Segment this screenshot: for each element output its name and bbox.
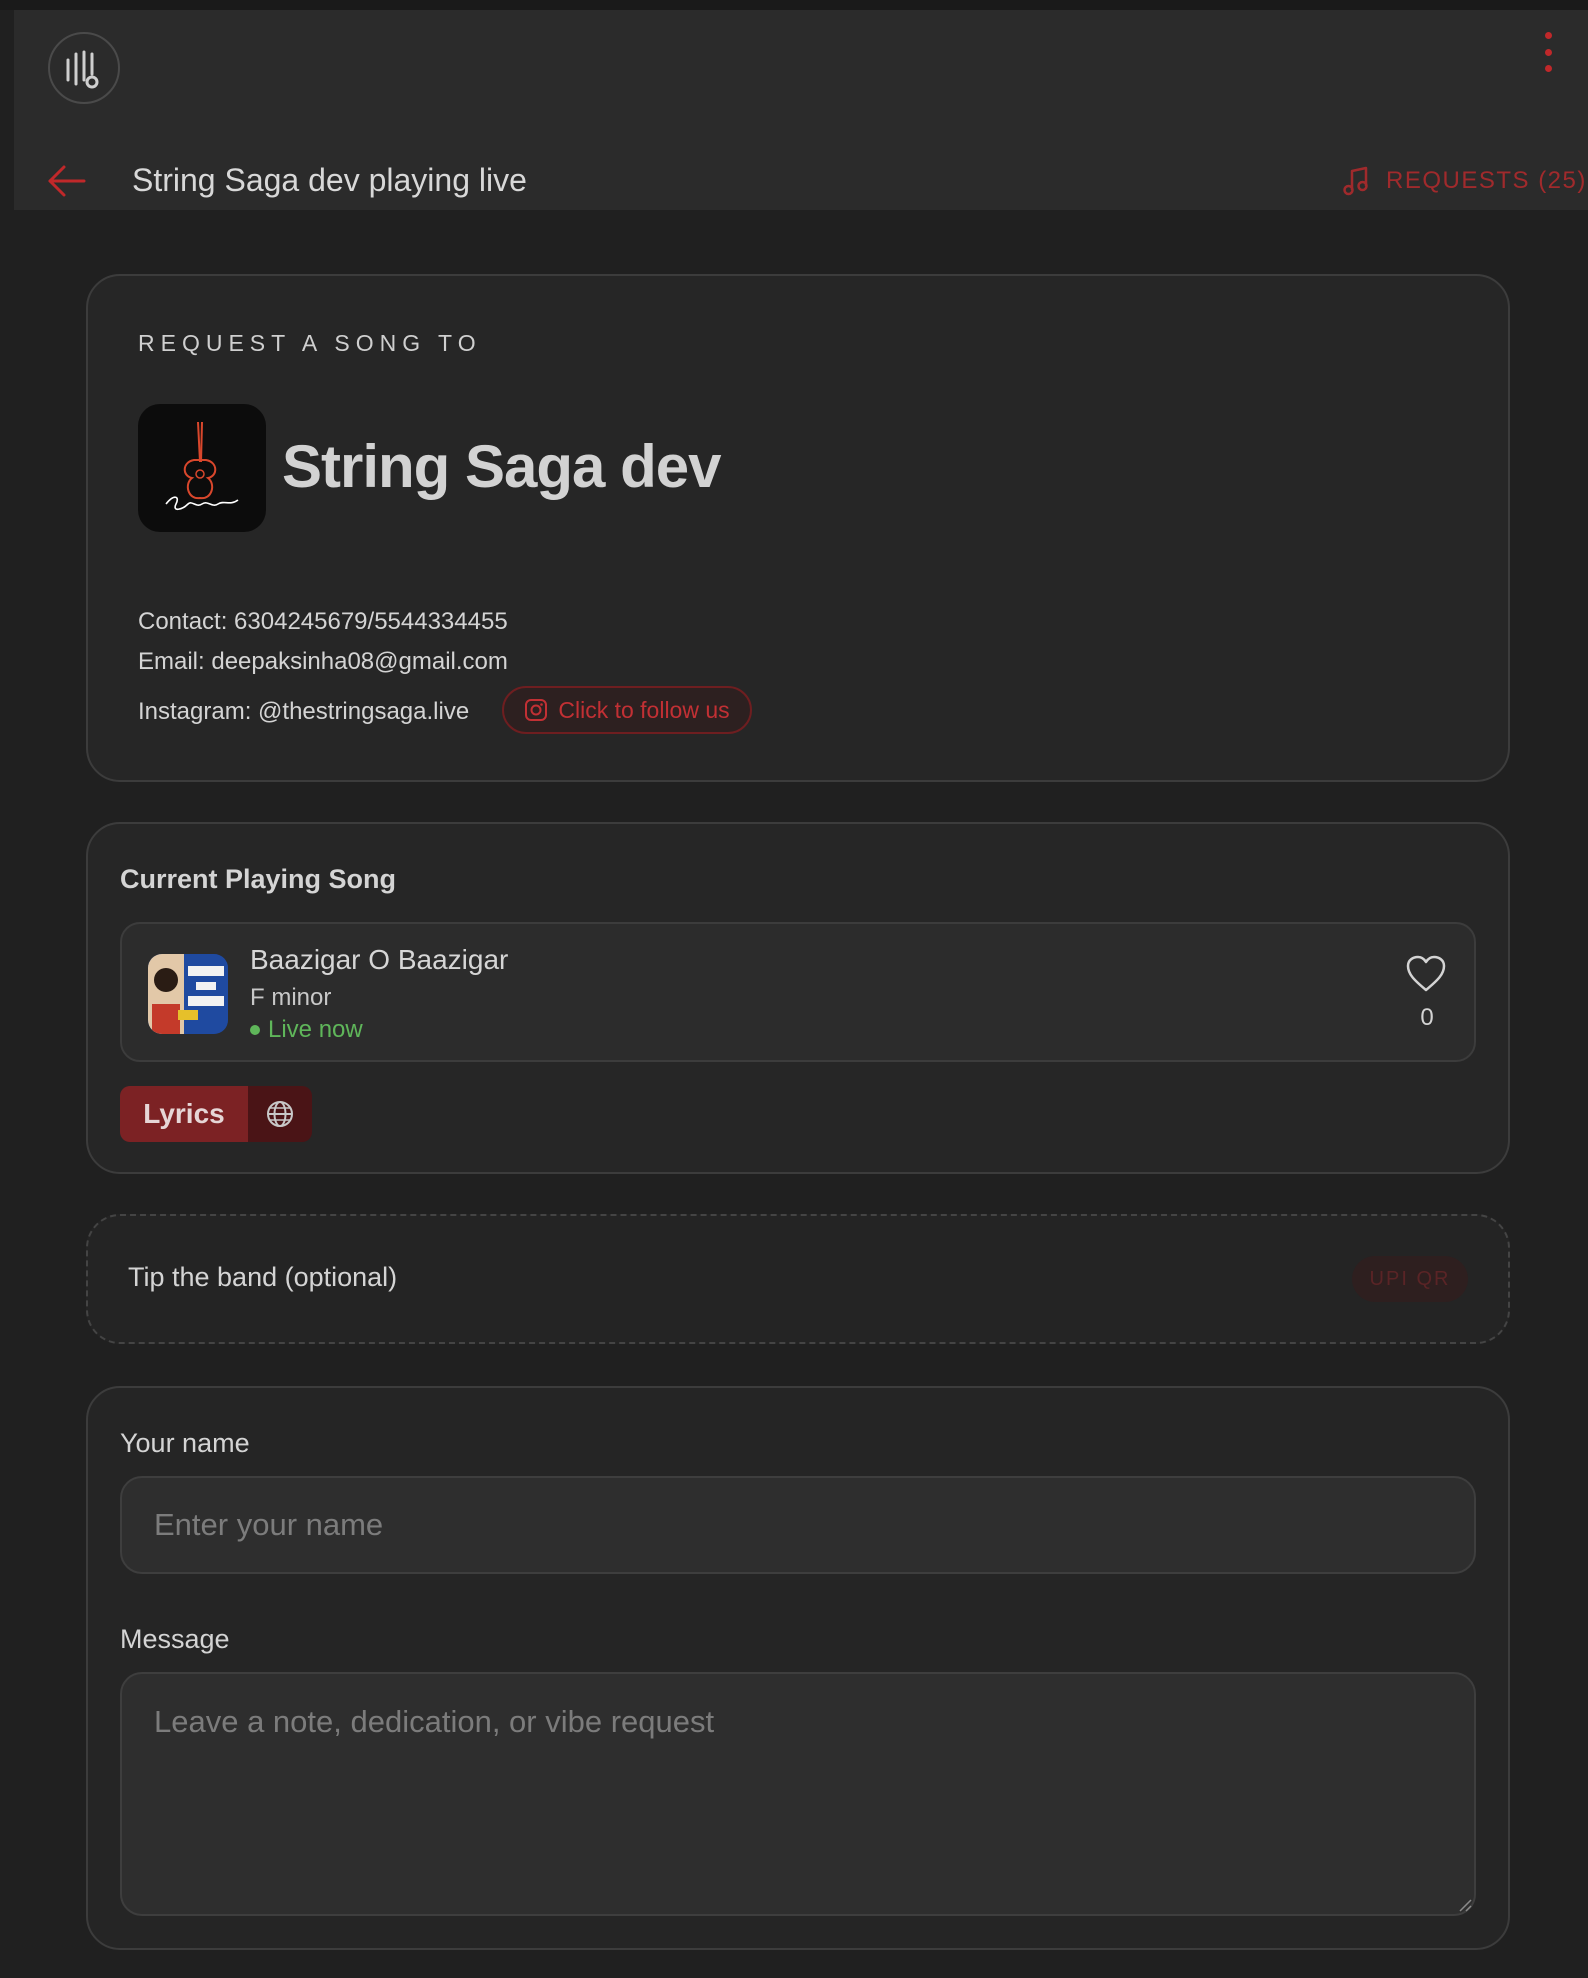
name-input[interactable]: [120, 1476, 1476, 1574]
request-form: Your name Message: [86, 1386, 1510, 1950]
back-arrow-icon[interactable]: [46, 160, 88, 202]
requests-button[interactable]: REQUESTS (25): [1342, 164, 1587, 198]
globe-button[interactable]: [248, 1086, 312, 1142]
upi-qr-button[interactable]: UPI QR: [1352, 1256, 1468, 1302]
top-strip: [0, 0, 1588, 10]
song-title: Baazigar O Baazigar: [250, 944, 509, 975]
tip-card: Tip the band (optional) UPI QR: [86, 1214, 1510, 1344]
band-name: String Saga dev: [282, 433, 721, 500]
lyrics-button[interactable]: Lyrics: [120, 1086, 248, 1142]
current-song-card: Current Playing Song Baazigar O Baazigar…: [86, 822, 1510, 1174]
instagram-icon: [525, 699, 548, 721]
instagram-text: Instagram: @thestringsaga.live: [138, 698, 470, 725]
app-logo-glyph: [66, 50, 99, 89]
requests-label: REQUESTS (25): [1386, 167, 1587, 194]
more-options-icon[interactable]: [1534, 30, 1562, 74]
music-note-icon: [1343, 166, 1368, 196]
song-row[interactable]: Baazigar O Baazigar F minor Live now 0: [120, 922, 1476, 1062]
band-logo: [138, 404, 266, 532]
contact-text: Contact: 6304245679/5544334455: [138, 608, 508, 635]
song-key: F minor: [250, 984, 332, 1011]
message-label: Message: [120, 1624, 230, 1654]
name-label: Your name: [120, 1428, 250, 1458]
follow-label: Click to follow us: [558, 696, 730, 723]
message-input[interactable]: [120, 1672, 1476, 1916]
resize-grip-icon[interactable]: [1456, 1896, 1472, 1912]
lyrics-button-group: Lyrics: [120, 1086, 312, 1142]
request-eyebrow: REQUEST A SONG TO: [138, 330, 482, 356]
globe-icon: [267, 1101, 293, 1127]
request-card: REQUEST A SONG TO String Saga dev Contac…: [86, 274, 1510, 782]
current-song-title: Current Playing Song: [120, 864, 397, 894]
song-thumbnail: [148, 954, 228, 1034]
heart-icon[interactable]: [1404, 954, 1448, 994]
live-status: Live now: [250, 1016, 363, 1044]
guitar-logo-icon: [165, 421, 239, 511]
live-status-text: Live now: [268, 1016, 363, 1043]
follow-instagram-button[interactable]: Click to follow us: [502, 686, 752, 734]
app-header: String Saga dev playing live REQUESTS (2…: [14, 10, 1588, 210]
page-title: String Saga dev playing live: [132, 162, 527, 198]
app-logo-icon[interactable]: [48, 32, 120, 104]
email-text: Email: deepaksinha08@gmail.com: [138, 648, 508, 675]
album-art-icon: [148, 954, 228, 1034]
like-count: 0: [1420, 1004, 1434, 1031]
live-dot-icon: [250, 1025, 260, 1035]
tip-label: Tip the band (optional): [128, 1262, 398, 1292]
